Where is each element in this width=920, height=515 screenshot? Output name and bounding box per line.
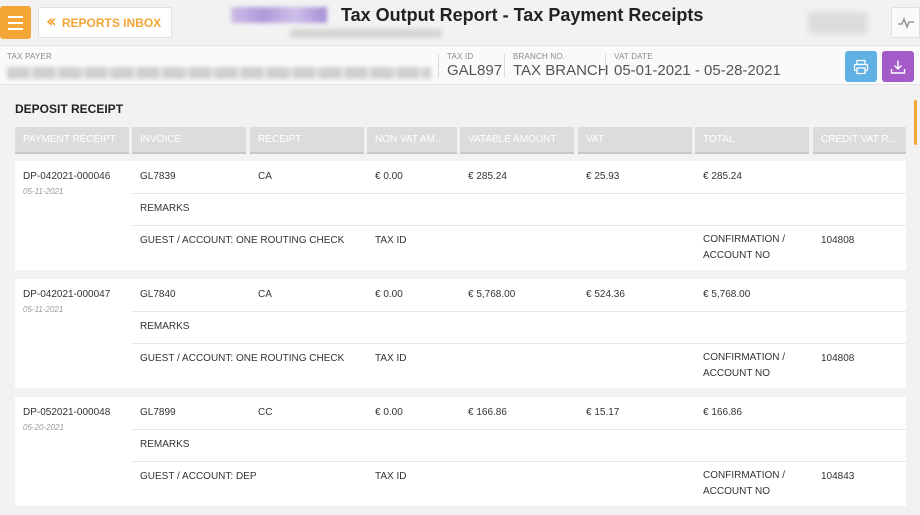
receipt-date: 05-11-2021: [23, 187, 64, 196]
tax-id-label: TAX ID: [375, 353, 407, 364]
row-divider: [132, 461, 906, 462]
double-chevron-left-icon: ‹‹: [46, 11, 57, 32]
account-number: 104808: [821, 235, 855, 246]
reports-inbox-label: REPORTS INBOX: [61, 15, 162, 30]
total-amount: € 5,768.00: [703, 289, 751, 300]
tax-id-label: TAX ID: [375, 471, 407, 482]
non-vat-amount: € 0.00: [375, 407, 403, 418]
redacted-taxpayer-value: [7, 67, 431, 79]
printer-icon: [853, 59, 869, 74]
activity-button[interactable]: [891, 7, 920, 38]
top-bar: ‹‹ REPORTS INBOX Tax Output Report - Tax…: [0, 0, 920, 44]
non-vat-amount: € 0.00: [375, 171, 403, 182]
remarks-label: REMARKS: [140, 321, 190, 332]
redacted-logo: [231, 7, 327, 23]
total-amount: € 166.86: [703, 407, 742, 418]
taxid-label: TAX ID: [447, 52, 474, 61]
branch-field: BRANCH NO. TAX BRANCH: [513, 52, 609, 79]
redacted-subtitle: [290, 29, 442, 38]
remarks-label: REMARKS: [140, 439, 190, 450]
vatable-amount: € 5,768.00: [468, 289, 516, 300]
non-vat-amount: € 0.00: [375, 289, 403, 300]
row-divider: [132, 311, 906, 312]
column-header[interactable]: CREDIT VAT R...: [813, 127, 906, 154]
vatable-amount: € 166.86: [468, 407, 507, 418]
download-button[interactable]: [882, 51, 914, 82]
taxid-value: GAL897: [447, 62, 503, 79]
guest-account: GUEST / ACCOUNT: DEP: [140, 471, 257, 482]
branch-value: TAX BRANCH: [513, 62, 609, 79]
vatable-amount: € 285.24: [468, 171, 507, 182]
column-header[interactable]: RECEIPT: [250, 127, 364, 154]
guest-account: GUEST / ACCOUNT: ONE ROUTING CHECK: [140, 235, 345, 246]
row-divider: [132, 343, 906, 344]
total-amount: € 285.24: [703, 171, 742, 182]
vatdate-field: VAT DATE 05-01-2021 - 05-28-2021: [614, 52, 781, 79]
print-button[interactable]: [845, 51, 877, 82]
receipt-date: 05-11-2021: [23, 305, 64, 314]
branch-label: BRANCH NO.: [513, 52, 566, 61]
taxid-field: TAX ID GAL897: [447, 52, 502, 79]
column-header[interactable]: VATABLE AMOUNT: [460, 127, 574, 154]
receipt-type: CA: [258, 171, 272, 182]
payment-receipt-number: DP-042021-000047: [23, 289, 111, 300]
receipt-type: CA: [258, 289, 272, 300]
invoice-number: GL7840: [140, 289, 176, 300]
receipt-row[interactable]: DP-042021-000046 05-11-2021 GL7839 CA € …: [15, 161, 906, 270]
guest-account: GUEST / ACCOUNT: ONE ROUTING CHECK: [140, 353, 345, 364]
redacted-user: [808, 12, 868, 34]
account-number: 104843: [821, 471, 855, 482]
column-header[interactable]: NON VAT AM...: [367, 127, 457, 154]
row-divider: [132, 225, 906, 226]
scrollbar-thumb[interactable]: [914, 100, 917, 145]
tax-id-label: TAX ID: [375, 235, 407, 246]
receipt-type: CC: [258, 407, 273, 418]
divider: [504, 54, 505, 78]
row-divider: [132, 429, 906, 430]
column-header[interactable]: VAT: [578, 127, 692, 154]
download-icon: [890, 60, 906, 74]
confirmation-label: CONFIRMATION / ACCOUNT NO: [703, 352, 786, 379]
divider: [605, 54, 606, 78]
report-info-bar: TAX PAYER TAX ID GAL897 BRANCH NO. TAX B…: [0, 45, 920, 85]
receipt-date: 05-20-2021: [23, 423, 64, 432]
receipt-row[interactable]: DP-042021-000047 05-11-2021 GL7840 CA € …: [15, 279, 906, 388]
payment-receipt-number: DP-052021-000048: [23, 407, 111, 418]
section-title: DEPOSIT RECEIPT: [15, 102, 124, 116]
column-header[interactable]: INVOICE: [132, 127, 246, 154]
menu-button[interactable]: [0, 6, 31, 39]
invoice-number: GL7839: [140, 171, 176, 182]
pulse-icon: [897, 16, 914, 29]
invoice-number: GL7899: [140, 407, 176, 418]
divider: [438, 54, 439, 78]
account-number: 104808: [821, 353, 855, 364]
vat-amount: € 15.17: [586, 407, 620, 418]
vat-amount: € 524.36: [586, 289, 625, 300]
confirmation-label: CONFIRMATION / ACCOUNT NO: [703, 470, 786, 497]
vatdate-label: VAT DATE: [614, 52, 653, 61]
row-divider: [132, 193, 906, 194]
remarks-label: REMARKS: [140, 203, 190, 214]
vat-amount: € 25.93: [586, 171, 620, 182]
column-header[interactable]: TOTAL: [695, 127, 809, 154]
confirmation-label: CONFIRMATION / ACCOUNT NO: [703, 234, 786, 261]
reports-inbox-button[interactable]: ‹‹ REPORTS INBOX: [38, 7, 172, 38]
taxpayer-label: TAX PAYER: [7, 52, 52, 61]
payment-receipt-number: DP-042021-000046: [23, 171, 111, 182]
menu-icon: [8, 15, 23, 18]
receipt-row[interactable]: DP-052021-000048 05-20-2021 GL7899 CC € …: [15, 397, 906, 506]
vatdate-value: 05-01-2021 - 05-28-2021: [614, 62, 781, 79]
page-title: Tax Output Report - Tax Payment Receipts: [341, 5, 704, 25]
taxpayer-field: TAX PAYER: [7, 52, 52, 61]
column-header[interactable]: PAYMENT RECEIPT: [15, 127, 129, 154]
